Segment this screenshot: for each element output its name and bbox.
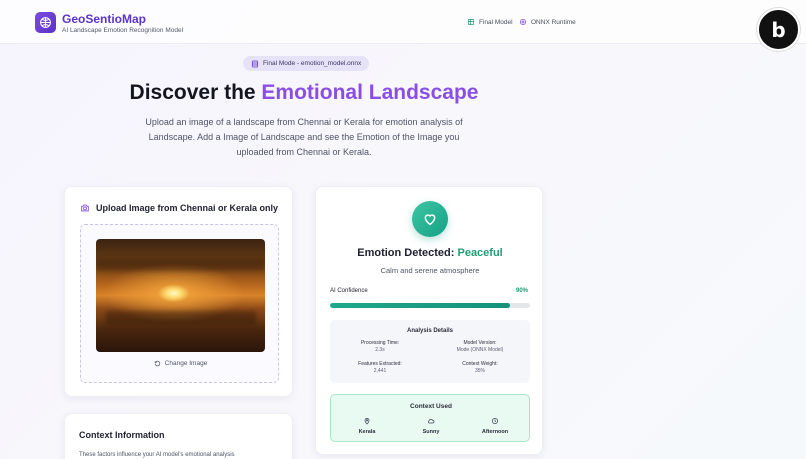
clock-icon [462, 417, 528, 426]
emotion-detected: Emotion Detected: Peaceful [316, 247, 544, 259]
heart-icon [412, 201, 448, 237]
nav-onnx-runtime[interactable]: ONNX Runtime [519, 18, 576, 26]
app-subtitle: AI Landscape Emotion Recognition Model [62, 27, 184, 34]
emotion-description: Calm and serene atmosphere [380, 266, 480, 275]
result-card: Emotion Detected: Peaceful Calm and sere… [315, 186, 543, 455]
camera-icon [81, 204, 89, 212]
uploaded-image-preview [96, 239, 265, 352]
context-weight-value: 35% [474, 368, 485, 374]
location-pin-icon [334, 417, 400, 426]
context-info-card: Context Information These factors influe… [64, 413, 293, 459]
processing-time-label: Processing Time: [360, 340, 400, 346]
change-image-button[interactable]: Change Image [81, 360, 280, 367]
page-title: Discover the Emotional Landscape [0, 81, 608, 105]
powered-by-badge[interactable]: b [757, 8, 800, 51]
context-used-title: Context Used [410, 403, 452, 410]
upload-card-title: Upload Image from Chennai or Kerala only [80, 203, 278, 213]
upload-card: Upload Image from Chennai or Kerala only… [64, 186, 293, 397]
nav-final-model-label: Final Model [479, 18, 513, 26]
mode-pill: Final Mode - emotion_model.onnx [243, 56, 370, 71]
cpu-icon [519, 18, 527, 26]
app-header: GeoSentioMap AI Landscape Emotion Recogn… [0, 0, 806, 44]
app-title[interactable]: GeoSentioMap [62, 12, 146, 26]
database-icon [251, 60, 259, 67]
model-version-label: Model Version: [463, 340, 497, 346]
cube-icon [467, 18, 475, 26]
emotion-detected-prefix: Emotion Detected: [357, 247, 458, 259]
context-weight-label: Context Weight: [462, 361, 498, 367]
features-extracted-value: 2,441 [373, 368, 387, 374]
processing-time-value: 2.3s [375, 347, 385, 353]
features-extracted-label: Features Extracted: [358, 361, 402, 367]
emotion-value: Peaceful [457, 247, 503, 259]
context-info-description: These factors influence your AI model's … [79, 452, 235, 458]
confidence-label: AI Confidence [330, 288, 368, 294]
page-title-prefix: Discover the [129, 81, 262, 104]
confidence-value: 90% [515, 288, 528, 294]
image-dropzone[interactable]: Change Image [80, 224, 279, 383]
context-time: Afternoon [462, 417, 528, 435]
upload-card-title-text: Upload Image from Chennai or Kerala only [96, 203, 279, 213]
analysis-details-title: Analysis Details [406, 328, 454, 334]
model-version-value: Mode (ONNX Model) [456, 347, 504, 353]
brain-logo-icon[interactable] [35, 12, 56, 33]
context-time-label: Afternoon [481, 429, 509, 435]
context-location-label: Kerala [358, 429, 376, 435]
cloud-icon [398, 417, 464, 426]
page-description: Upload an image of a landscape from Chen… [145, 117, 463, 157]
confidence-bar-fill [330, 303, 510, 308]
nav-onnx-runtime-label: ONNX Runtime [531, 18, 576, 26]
confidence-bar [330, 303, 530, 308]
features-extracted: Features Extracted: 2,441 [330, 361, 430, 375]
context-weight: Context Weight: 35% [430, 361, 530, 375]
processing-time: Processing Time: 2.3s [330, 340, 430, 354]
context-info-title: Context Information [79, 430, 165, 440]
badge-logo-icon: b [771, 17, 786, 42]
change-image-label: Change Image [164, 360, 208, 367]
nav-final-model[interactable]: Final Model [467, 18, 513, 26]
context-weather-label: Sunny [422, 429, 440, 435]
analysis-details: Analysis Details Processing Time: 2.3s M… [330, 320, 530, 383]
mode-pill-label: Final Mode - emotion_model.onnx [263, 60, 362, 67]
context-weather: Sunny [398, 417, 464, 435]
context-used: Context Used Kerala Sunny Afternoon [330, 394, 530, 442]
refresh-icon [154, 360, 160, 367]
model-version: Model Version: Mode (ONNX Model) [430, 340, 530, 354]
page-title-accent: Emotional Landscape [261, 81, 479, 104]
context-location: Kerala [334, 417, 400, 435]
